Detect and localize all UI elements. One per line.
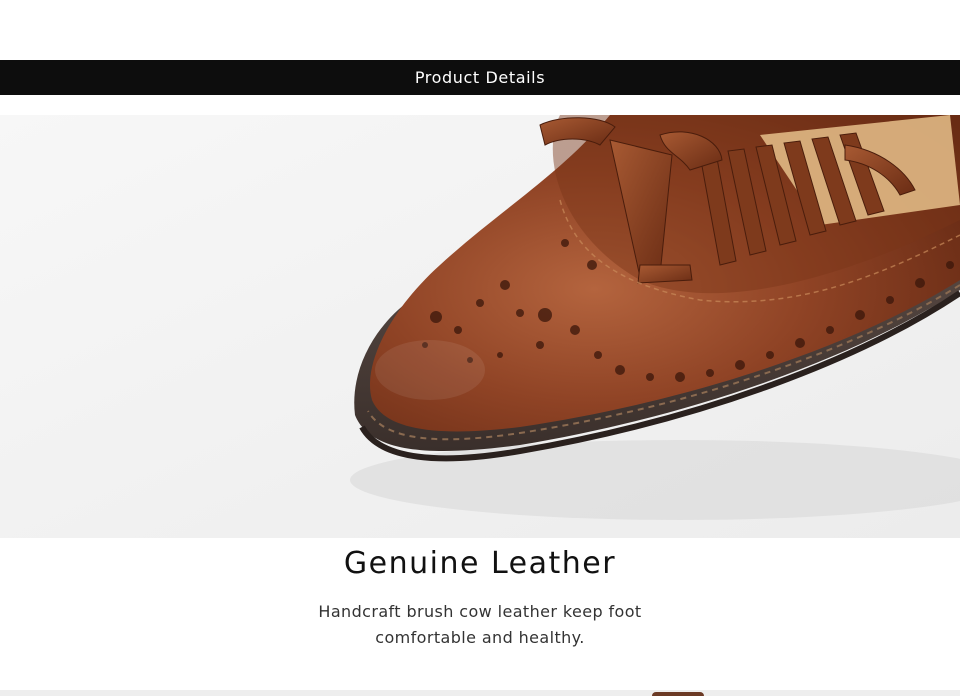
next-photo-peek <box>652 692 704 696</box>
feature-description: Handcraft brush cow leather keep foot co… <box>0 599 960 651</box>
feature-heading: Genuine Leather <box>343 546 617 581</box>
feature-description-line: Handcraft brush cow leather keep foot <box>318 602 642 621</box>
shoe-illustration <box>0 115 960 538</box>
feature-description-line: comfortable and healthy. <box>375 628 585 647</box>
product-details-banner: Product Details <box>0 60 960 95</box>
banner-title: Product Details <box>414 68 546 87</box>
next-section-strip <box>0 690 960 696</box>
product-photo <box>0 115 960 538</box>
